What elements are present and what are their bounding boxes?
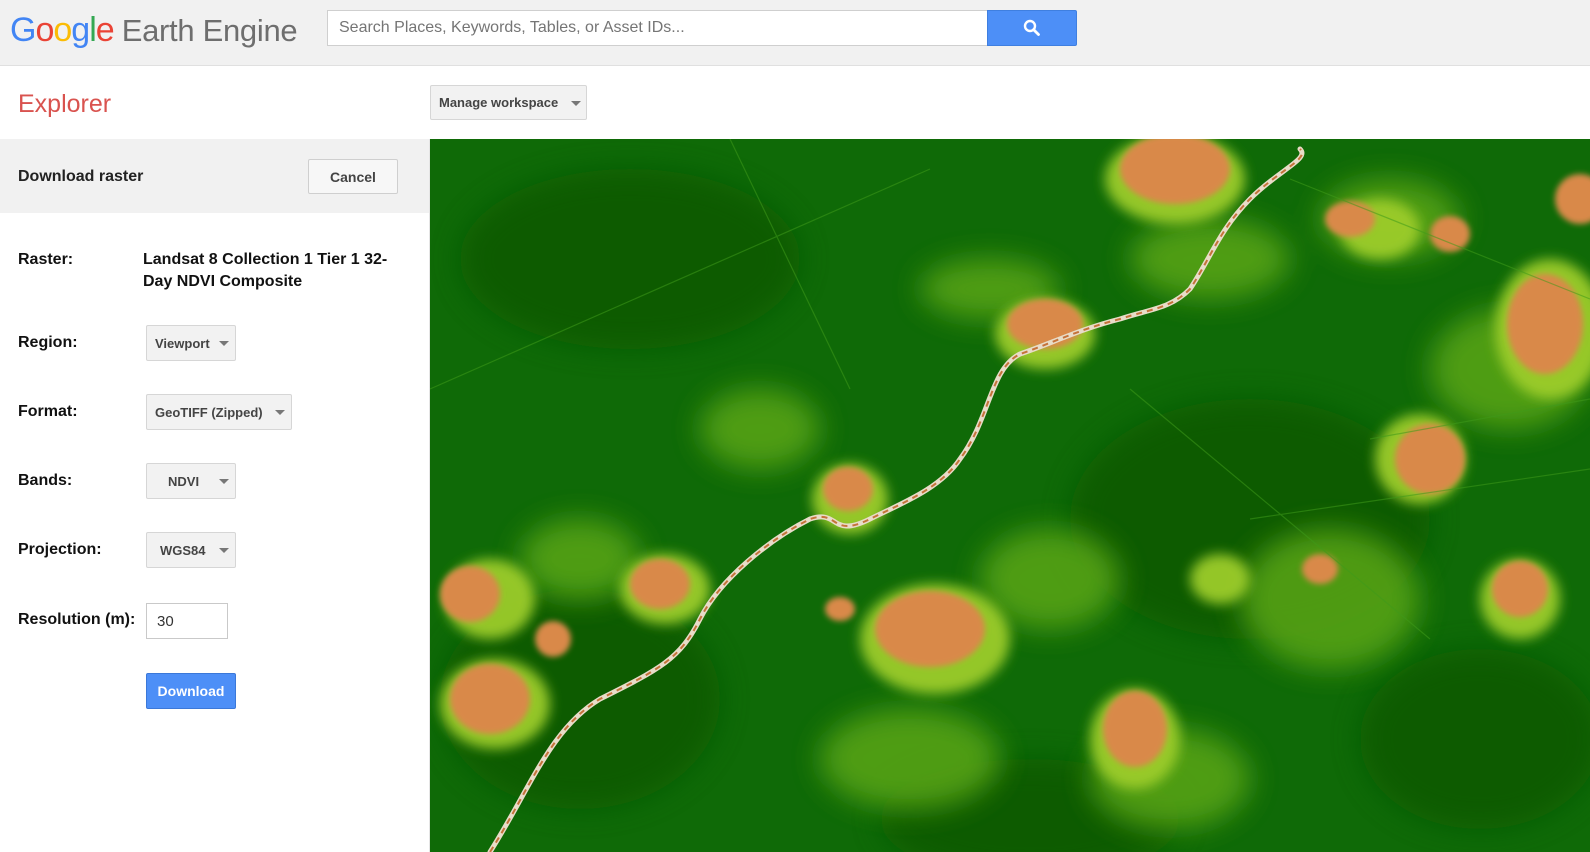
region-dropdown[interactable]: Viewport — [146, 325, 236, 361]
manage-workspace-dropdown[interactable]: Manage workspace — [430, 85, 587, 120]
resolution-input[interactable] — [146, 603, 228, 639]
page-title[interactable]: Explorer — [18, 90, 111, 119]
projection-dropdown[interactable]: WGS84 — [146, 532, 236, 568]
app-header: Google Earth Engine — [0, 0, 1590, 66]
projection-value: WGS84 — [160, 542, 206, 558]
chevron-down-icon — [219, 341, 229, 346]
panel-title: Download raster — [18, 168, 144, 185]
chevron-down-icon — [275, 410, 285, 415]
product-name: Earth Engine — [121, 13, 298, 48]
cancel-button[interactable]: Cancel — [308, 159, 398, 194]
format-value: GeoTIFF (Zipped) — [155, 404, 263, 420]
projection-label: Projection: — [18, 541, 102, 558]
chevron-down-icon — [219, 548, 229, 553]
logo-letter: o — [53, 11, 72, 49]
search-input[interactable] — [327, 10, 987, 46]
chevron-down-icon — [571, 101, 581, 106]
format-dropdown[interactable]: GeoTIFF (Zipped) — [146, 394, 292, 430]
ndvi-map[interactable] — [430, 139, 1590, 852]
search-button[interactable] — [987, 10, 1077, 46]
search-icon — [1023, 19, 1040, 36]
download-button[interactable]: Download — [146, 673, 236, 709]
bands-dropdown[interactable]: NDVI — [146, 463, 236, 499]
chevron-down-icon — [219, 479, 229, 484]
google-earth-engine-logo[interactable]: Google Earth Engine — [10, 11, 298, 51]
format-label: Format: — [18, 403, 78, 420]
logo-letter: e — [95, 11, 115, 49]
ndvi-map-image — [430, 139, 1590, 852]
logo-letter: o — [35, 11, 54, 49]
logo-letter: G — [10, 11, 36, 49]
region-label: Region: — [18, 334, 78, 351]
region-value: Viewport — [155, 335, 210, 351]
bands-label: Bands: — [18, 472, 73, 489]
bands-value: NDVI — [168, 473, 200, 489]
logo-letter: g — [71, 11, 90, 49]
manage-workspace-label: Manage workspace — [439, 95, 559, 110]
raster-label: Raster: — [18, 251, 74, 268]
raster-value: Landsat 8 Collection 1 Tier 1 32-Day NDV… — [143, 251, 388, 290]
resolution-label: Resolution (m): — [18, 611, 136, 628]
